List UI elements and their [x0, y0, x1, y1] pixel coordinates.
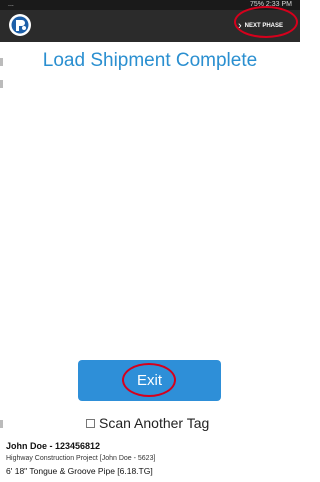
annotation-circle-next-phase [234, 6, 298, 38]
edge-artifact [0, 420, 3, 428]
annotation-circle-exit [122, 363, 176, 397]
checkbox-icon[interactable] [86, 418, 95, 428]
app-screen: ... 75% 2:33 PM › NEXT PHASE Load Shipme… [0, 0, 300, 482]
project-line: Highway Construction Project [John Doe -… [6, 455, 156, 462]
user-line: John Doe - 123456812 [6, 441, 101, 451]
item-line: 6' 18" Tongue & Groove Pipe [6.18.TG] [6, 466, 153, 476]
shipment-info: John Doe - 123456812 Highway Constructio… [6, 440, 296, 478]
status-notifications: ... [8, 1, 14, 8]
scan-another-tag-checkbox[interactable]: Scan Another Tag [86, 414, 209, 432]
page-title: Load Shipment Complete [42, 50, 258, 71]
scan-another-tag-label: Scan Another Tag [99, 415, 210, 431]
company-logo-icon[interactable] [9, 14, 31, 36]
edge-artifact [0, 80, 3, 88]
